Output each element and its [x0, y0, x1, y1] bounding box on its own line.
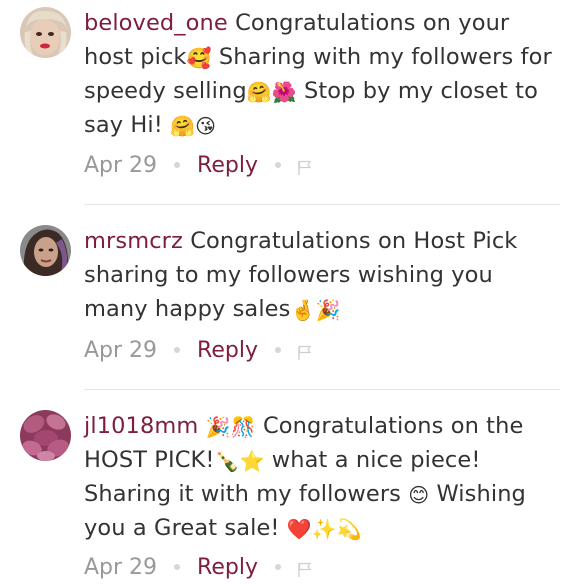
kissing-face-emoji: 😘	[195, 114, 217, 138]
avatar[interactable]	[20, 225, 71, 276]
comment-date: Apr 29	[84, 554, 158, 580]
star-emoji: ⭐	[239, 449, 265, 473]
dot-separator	[174, 564, 181, 570]
comment-meta: Apr 29 Reply	[84, 150, 312, 180]
party-popper-emoji: 🎉	[315, 298, 341, 322]
dizzy-emoji: 💫	[336, 517, 362, 541]
dot-separator	[174, 162, 181, 168]
reply-button[interactable]: Reply	[197, 338, 258, 363]
comment-date: Apr 29	[84, 152, 158, 178]
hugging-face-emoji: 🤗	[246, 80, 272, 104]
comment-username[interactable]: mrsmcrz	[84, 228, 183, 254]
avatar[interactable]	[20, 7, 71, 58]
sparkles-emoji: ✨	[311, 517, 337, 541]
hibiscus-emoji: 🌺	[271, 80, 297, 104]
comment-username[interactable]: beloved_one	[84, 10, 228, 36]
comment-date: Apr 29	[84, 337, 158, 363]
dot-separator	[174, 347, 181, 353]
divider	[84, 389, 560, 390]
dot-separator	[274, 347, 281, 353]
smiling-face-with-hearts-emoji: 🥰	[186, 46, 212, 70]
comment-text: beloved_one Congratulations on your host…	[84, 10, 552, 138]
confetti-ball-emoji: 🎊	[230, 415, 256, 439]
comment-meta: Apr 29 Reply	[84, 335, 312, 365]
hugging-face-emoji: 🤗	[170, 114, 196, 138]
dot-separator	[274, 162, 281, 168]
champagne-emoji: 🍾	[214, 449, 240, 473]
flag-icon[interactable]	[298, 157, 312, 175]
smiling-face-emoji: 😊	[408, 483, 430, 507]
flag-icon[interactable]	[298, 559, 312, 577]
comment-text: mrsmcrz Congratulations on Host Pick sha…	[84, 228, 518, 322]
comment-meta: Apr 29 Reply	[84, 552, 312, 582]
comment-text: jl1018mm 🎉🎊 Congratulations on the HOST …	[84, 413, 526, 541]
red-heart-emoji: ❤️	[286, 517, 312, 541]
crossed-fingers-emoji: 🤞	[290, 298, 316, 322]
party-popper-emoji: 🎉	[205, 415, 231, 439]
dot-separator	[274, 564, 281, 570]
comment-username[interactable]: jl1018mm	[84, 413, 198, 439]
flag-icon[interactable]	[298, 342, 312, 360]
reply-button[interactable]: Reply	[197, 555, 258, 580]
divider	[84, 204, 560, 205]
avatar[interactable]	[20, 410, 71, 461]
reply-button[interactable]: Reply	[197, 153, 258, 178]
